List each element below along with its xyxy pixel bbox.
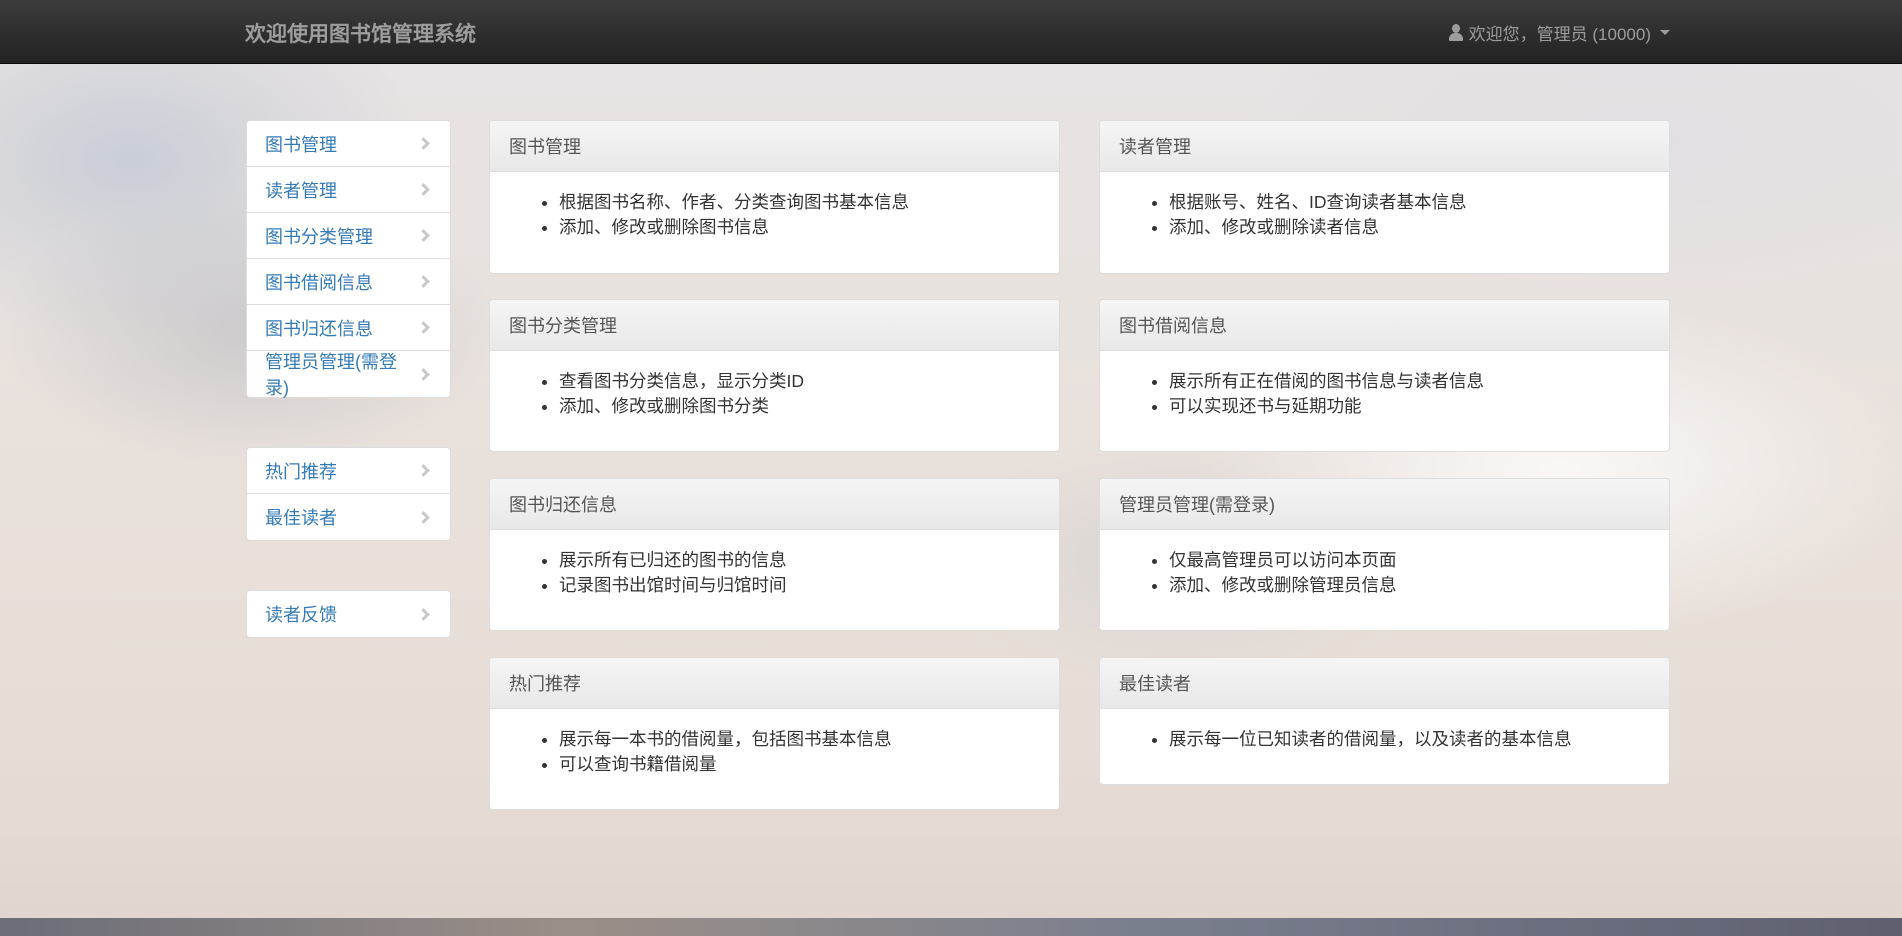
chevron-right-icon xyxy=(417,275,430,288)
user-icon xyxy=(1448,23,1464,42)
sidebar-group-recommend: 热门推荐 最佳读者 xyxy=(246,447,451,541)
sidebar-item-label: 图书归还信息 xyxy=(265,318,373,339)
list-item: 根据账号、姓名、ID查询读者基本信息 xyxy=(1169,190,1649,215)
panel-title: 图书归还信息 xyxy=(490,479,1059,530)
panel-title: 读者管理 xyxy=(1100,121,1669,172)
panel-return-info: 图书归还信息 展示所有已归还的图书的信息 记录图书出馆时间与归馆时间 xyxy=(489,478,1060,631)
sidebar-item-label: 最佳读者 xyxy=(265,508,337,528)
panel-title: 图书借阅信息 xyxy=(1100,300,1669,351)
panel-borrow-info: 图书借阅信息 展示所有正在借阅的图书信息与读者信息 可以实现还书与延期功能 xyxy=(1099,299,1670,452)
sidebar-item-label: 图书分类管理 xyxy=(265,226,373,247)
list-item: 添加、修改或删除管理员信息 xyxy=(1169,573,1649,598)
user-dropdown[interactable]: 欢迎您，管理员 (10000) xyxy=(1448,20,1670,45)
list-item: 展示每一位已知读者的借阅量，以及读者的基本信息 xyxy=(1169,727,1649,752)
list-item: 可以实现还书与延期功能 xyxy=(1169,394,1649,419)
sidebar-group-management: 图书管理 读者管理 图书分类管理 图书借阅信息 图书归还信息 管理员管理(需登录… xyxy=(246,120,451,398)
chevron-right-icon xyxy=(417,464,430,477)
sidebar-item-category-management[interactable]: 图书分类管理 xyxy=(247,213,450,259)
sidebar-item-book-management[interactable]: 图书管理 xyxy=(247,121,450,167)
panel-title: 热门推荐 xyxy=(490,658,1059,709)
panel-book-management: 图书管理 根据图书名称、作者、分类查询图书基本信息 添加、修改或删除图书信息 xyxy=(489,120,1060,274)
chevron-right-icon xyxy=(417,229,430,242)
sidebar-group-feedback: 读者反馈 xyxy=(246,590,451,638)
sidebar-item-label: 管理员管理(需登录) xyxy=(265,352,397,398)
sidebar-item-label: 读者管理 xyxy=(265,180,337,201)
panel-admin-management: 管理员管理(需登录) 仅最高管理员可以访问本页面 添加、修改或删除管理员信息 xyxy=(1099,478,1670,631)
sidebar-item-label: 热门推荐 xyxy=(265,461,337,482)
list-item: 添加、修改或删除图书信息 xyxy=(559,215,1039,240)
chevron-right-icon xyxy=(417,510,430,524)
list-item: 展示所有正在借阅的图书信息与读者信息 xyxy=(1169,369,1649,394)
list-item: 添加、修改或删除图书分类 xyxy=(559,394,1039,419)
background-bottom-strip xyxy=(0,918,1902,936)
top-navbar: 欢迎使用图书馆管理系统 欢迎您，管理员 (10000) xyxy=(0,0,1902,64)
user-label: 欢迎您，管理员 (10000) xyxy=(1468,25,1651,44)
brand-title[interactable]: 欢迎使用图书馆管理系统 xyxy=(245,18,476,48)
sidebar-item-reader-feedback[interactable]: 读者反馈 xyxy=(247,591,450,637)
sidebar-item-borrow-info[interactable]: 图书借阅信息 xyxy=(247,259,450,305)
chevron-right-icon xyxy=(417,183,430,196)
list-item: 仅最高管理员可以访问本页面 xyxy=(1169,548,1649,573)
sidebar-item-admin-management[interactable]: 管理员管理(需登录) xyxy=(247,351,450,398)
sidebar-item-reader-management[interactable]: 读者管理 xyxy=(247,167,450,213)
panel-hot-recommend: 热门推荐 展示每一本书的借阅量，包括图书基本信息 可以查询书籍借阅量 xyxy=(489,657,1060,810)
panel-title: 最佳读者 xyxy=(1100,658,1669,709)
list-item: 展示每一本书的借阅量，包括图书基本信息 xyxy=(559,727,1039,752)
sidebar-item-best-reader[interactable]: 最佳读者 xyxy=(247,494,450,540)
list-item: 添加、修改或删除读者信息 xyxy=(1169,215,1649,240)
panel-reader-management: 读者管理 根据账号、姓名、ID查询读者基本信息 添加、修改或删除读者信息 xyxy=(1099,120,1670,274)
chevron-right-icon xyxy=(417,321,430,334)
chevron-right-icon xyxy=(417,367,430,381)
panel-best-reader: 最佳读者 展示每一位已知读者的借阅量，以及读者的基本信息 xyxy=(1099,657,1670,785)
panel-title: 管理员管理(需登录) xyxy=(1100,479,1669,530)
list-item: 查看图书分类信息，显示分类ID xyxy=(559,369,1039,394)
chevron-right-icon xyxy=(417,137,430,150)
panel-category-management: 图书分类管理 查看图书分类信息，显示分类ID 添加、修改或删除图书分类 xyxy=(489,299,1060,452)
panel-title: 图书分类管理 xyxy=(490,300,1059,351)
list-item: 展示所有已归还的图书的信息 xyxy=(559,548,1039,573)
list-item: 记录图书出馆时间与归馆时间 xyxy=(559,573,1039,598)
sidebar-item-label: 读者反馈 xyxy=(265,605,337,625)
list-item: 根据图书名称、作者、分类查询图书基本信息 xyxy=(559,190,1039,215)
sidebar-item-label: 图书管理 xyxy=(265,134,337,155)
panel-title: 图书管理 xyxy=(490,121,1059,172)
chevron-right-icon xyxy=(417,607,430,621)
sidebar-item-return-info[interactable]: 图书归还信息 xyxy=(247,305,450,351)
sidebar-item-hot-recommend[interactable]: 热门推荐 xyxy=(247,448,450,494)
list-item: 可以查询书籍借阅量 xyxy=(559,752,1039,777)
sidebar-item-label: 图书借阅信息 xyxy=(265,272,373,293)
caret-down-icon xyxy=(1660,30,1670,35)
